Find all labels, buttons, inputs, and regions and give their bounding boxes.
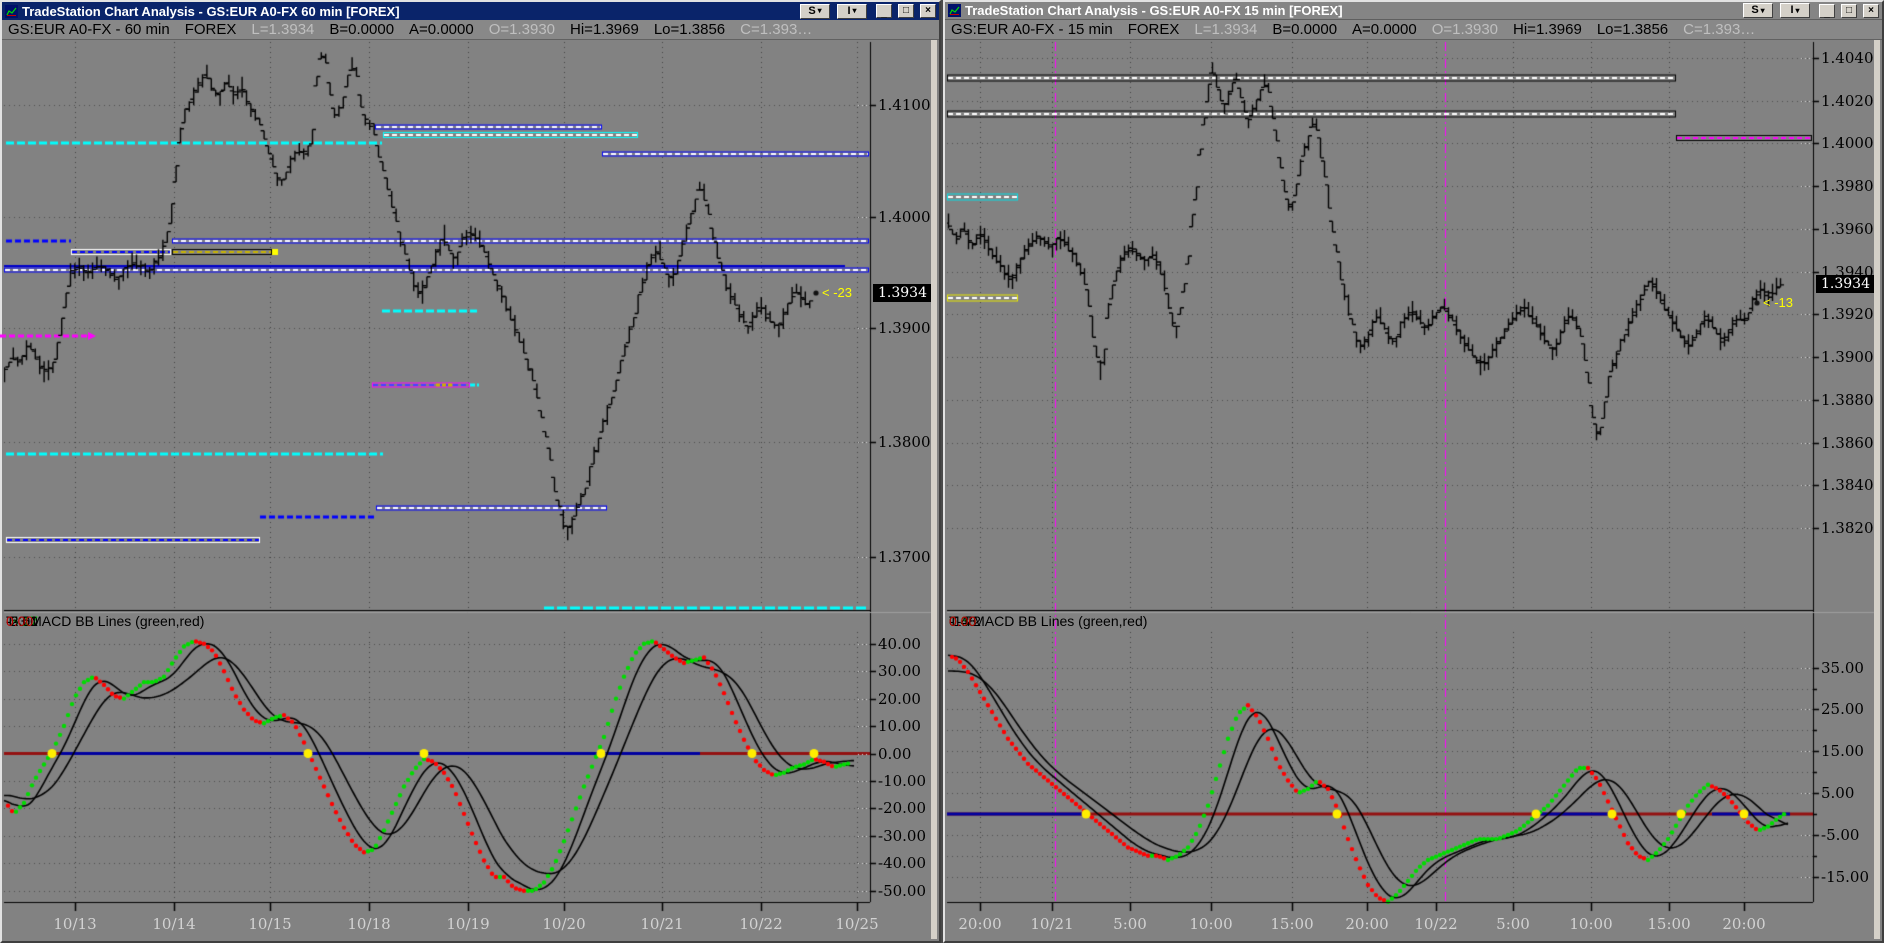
interval-dropdown-button[interactable]: I▾ xyxy=(837,4,867,19)
window-title: TradeStation Chart Analysis - GS:EUR A0-… xyxy=(965,3,1343,18)
interval-dropdown-button[interactable]: I▾ xyxy=(1780,3,1810,18)
minimize-button[interactable]: _ xyxy=(876,4,892,18)
close-button[interactable]: × xyxy=(1863,4,1879,18)
info-field: L=1.3934 xyxy=(1194,21,1257,38)
window-title: TradeStation Chart Analysis - GS:EUR A0-… xyxy=(22,4,400,19)
chart-window-15min: TradeStation Chart Analysis - GS:EUR A0-… xyxy=(943,0,1884,943)
info-field: Lo=1.3856 xyxy=(1597,21,1668,38)
info-field: FOREX xyxy=(1128,21,1180,38)
info-field: Lo=1.3856 xyxy=(654,21,725,38)
info-field: B=0.0000 xyxy=(329,21,394,38)
close-button[interactable]: × xyxy=(920,4,936,18)
info-field: C=1.393… xyxy=(1683,21,1755,38)
app-icon xyxy=(5,5,18,18)
right-edge-strip[interactable] xyxy=(1874,38,1880,939)
chevron-down-icon: ▾ xyxy=(1796,7,1800,15)
info-field: GS:EUR A0-FX - 15 min xyxy=(951,21,1113,38)
app-icon xyxy=(948,4,961,17)
maximize-button[interactable]: □ xyxy=(898,4,914,18)
right-edge-strip[interactable] xyxy=(931,38,937,939)
info-field: A=0.0000 xyxy=(409,21,474,38)
info-field: O=1.3930 xyxy=(1432,21,1498,38)
info-field: A=0.0000 xyxy=(1352,21,1417,38)
maximize-button[interactable]: □ xyxy=(1841,4,1857,18)
info-field: C=1.393… xyxy=(740,21,812,38)
style-dropdown-button[interactable]: S▾ xyxy=(800,4,830,19)
quote-infobar: GS:EUR A0-FX - 60 min FOREX L=1.3934 B=0.00… xyxy=(2,20,939,40)
chevron-down-icon: ▾ xyxy=(1761,7,1765,15)
info-field: Hi=1.3969 xyxy=(1513,21,1582,38)
info-field: O=1.3930 xyxy=(489,21,555,38)
titlebar[interactable]: TradeStation Chart Analysis - GS:EUR A0-… xyxy=(2,2,939,20)
chart-window-60min: TradeStation Chart Analysis - GS:EUR A0-… xyxy=(0,0,941,943)
minimize-button[interactable]: _ xyxy=(1819,4,1835,18)
chevron-down-icon: ▾ xyxy=(818,7,822,15)
info-field: GS:EUR A0-FX - 60 min xyxy=(8,21,170,38)
info-field: Hi=1.3969 xyxy=(570,21,639,38)
titlebar[interactable]: TradeStation Chart Analysis - GS:EUR A0-… xyxy=(945,2,1882,20)
info-field: L=1.3934 xyxy=(251,21,314,38)
info-field: B=0.0000 xyxy=(1272,21,1337,38)
info-field: FOREX xyxy=(185,21,237,38)
chevron-down-icon: ▾ xyxy=(853,7,857,15)
quote-infobar: GS:EUR A0-FX - 15 min FOREX L=1.3934 B=0.00… xyxy=(945,20,1882,40)
style-dropdown-button[interactable]: S▾ xyxy=(1743,3,1773,18)
